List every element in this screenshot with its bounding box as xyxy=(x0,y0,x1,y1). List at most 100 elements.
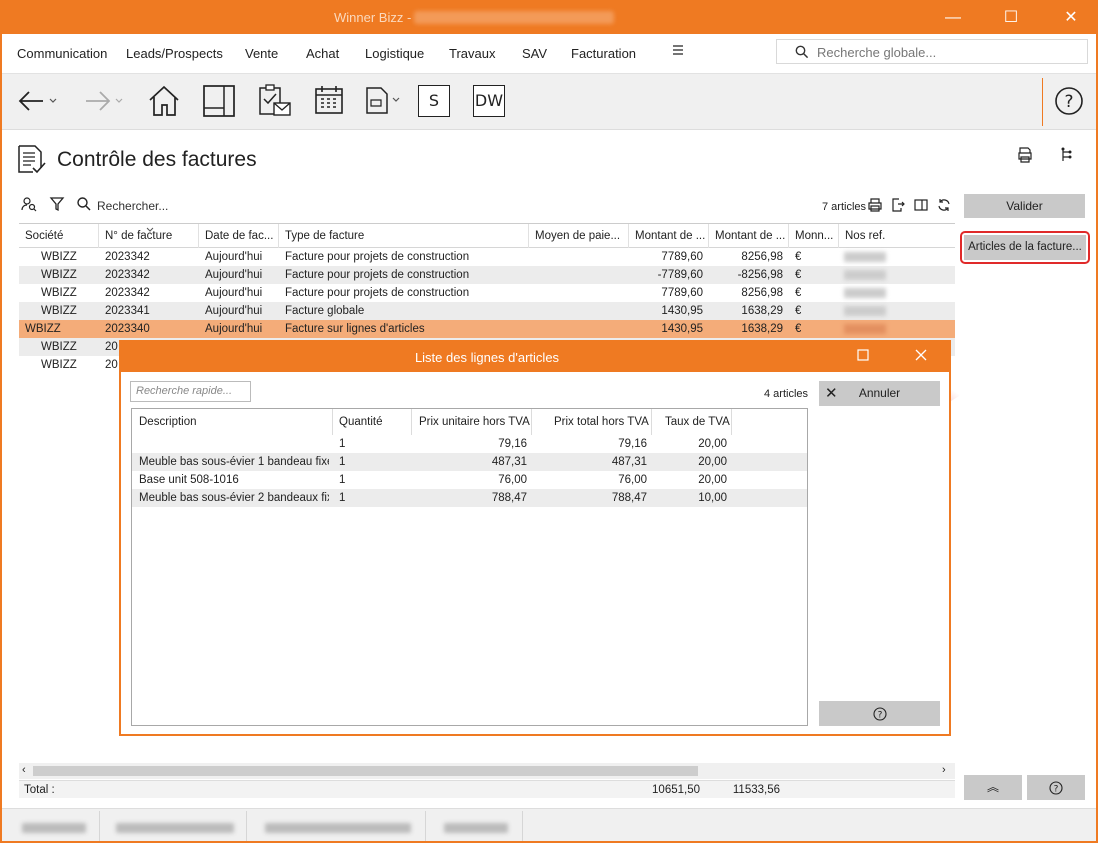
help-icon: ? xyxy=(872,707,887,721)
cell-numero: 20 xyxy=(105,359,118,371)
redacted-ref xyxy=(844,270,886,280)
col-taux-tva[interactable]: Taux de TVA xyxy=(665,416,730,428)
back-arrow-icon[interactable] xyxy=(17,86,59,122)
articles-de-la-facture-button[interactable]: Articles de la facture... xyxy=(964,235,1086,260)
total-row: Total : 10651,50 11533,56 xyxy=(19,780,955,798)
scroll-right-icon[interactable]: › xyxy=(942,764,946,776)
layout-panel-icon[interactable] xyxy=(202,84,236,120)
scroll-top-button[interactable]: ︽ xyxy=(964,775,1022,800)
col-description[interactable]: Description xyxy=(139,416,197,428)
column-divider xyxy=(838,224,839,248)
status-segment xyxy=(249,811,426,841)
cell-monnaie: € xyxy=(795,251,802,263)
table-row[interactable]: WBIZZ 2023342 Aujourd'hui Facture pour p… xyxy=(19,248,955,266)
cell-numero: 2023340 xyxy=(105,323,150,335)
svg-text:?: ? xyxy=(1064,92,1073,112)
hamburger-icon[interactable] xyxy=(672,44,684,59)
menu-vente[interactable]: Vente xyxy=(245,46,278,61)
refresh-icon[interactable] xyxy=(937,198,951,215)
global-search-input[interactable]: Recherche globale... xyxy=(776,39,1088,64)
dialog-help-button[interactable]: ? xyxy=(819,701,940,726)
cell-societe: WBIZZ xyxy=(41,305,77,317)
column-divider xyxy=(198,224,199,248)
quick-search-input[interactable]: Recherche rapide... xyxy=(130,381,251,402)
menu-leads-prospects[interactable]: Leads/Prospects xyxy=(126,46,223,61)
menu-travaux[interactable]: Travaux xyxy=(449,46,495,61)
list-item[interactable]: Meuble bas sous-évier 1 bandeau fixe 1 4… xyxy=(132,453,807,471)
home-icon[interactable] xyxy=(147,84,181,120)
dialog-maximize-button[interactable] xyxy=(843,342,883,372)
table-header: Société N° de facture Date de fac... Typ… xyxy=(19,224,955,248)
cell-montant-ht: 1430,95 xyxy=(661,323,703,335)
svg-text:?: ? xyxy=(877,710,882,720)
menu-communication[interactable]: Communication xyxy=(17,46,107,61)
dialog-title-bar: Liste des lignes d'articles xyxy=(121,342,949,372)
help-button[interactable]: ? xyxy=(1027,775,1085,800)
menu-achat[interactable]: Achat xyxy=(306,46,339,61)
col-nos-ref[interactable]: Nos ref. xyxy=(845,230,885,242)
dw-shortcut-button[interactable]: DW xyxy=(473,85,505,117)
print-icon[interactable] xyxy=(868,198,882,215)
col-quantite[interactable]: Quantité xyxy=(339,416,382,428)
col-date-facture[interactable]: Date de fac... xyxy=(205,230,273,242)
task-mail-icon[interactable] xyxy=(257,83,293,119)
col-montant-ht[interactable]: Montant de ... xyxy=(635,230,705,242)
col-montant-ttc[interactable]: Montant de ... xyxy=(715,230,785,242)
list-item[interactable]: Base unit 508-1016 1 76,00 76,00 20,00 xyxy=(132,471,807,489)
search-icon[interactable] xyxy=(76,196,92,215)
menu-sav[interactable]: SAV xyxy=(522,46,547,61)
list-item[interactable]: 1 79,16 79,16 20,00 xyxy=(132,435,807,453)
col-prix-unitaire[interactable]: Prix unitaire hors TVA xyxy=(419,416,530,428)
close-button[interactable]: ✕ xyxy=(1048,2,1094,34)
grid-search-input[interactable]: Rechercher... xyxy=(97,199,168,213)
cell-quantite: 1 xyxy=(339,492,346,504)
col-prix-total[interactable]: Prix total hors TVA xyxy=(554,416,649,428)
maximize-button[interactable]: ☐ xyxy=(988,2,1034,34)
tree-structure-icon[interactable] xyxy=(1059,147,1073,166)
table-row-selected[interactable]: WBIZZ 2023340 Aujourd'hui Facture sur li… xyxy=(19,320,955,338)
cell-monnaie: € xyxy=(795,287,802,299)
dialog-title: Liste des lignes d'articles xyxy=(414,350,560,365)
column-panel-icon[interactable] xyxy=(914,198,928,215)
scrollbar-thumb[interactable] xyxy=(33,766,698,776)
cell-montant-ttc: 8256,98 xyxy=(741,251,783,263)
help-circle-icon[interactable]: ? xyxy=(1054,86,1084,122)
s-shortcut-button[interactable]: S xyxy=(418,85,450,117)
annuler-button[interactable]: ✕ Annuler xyxy=(819,381,940,406)
redacted-ref xyxy=(844,288,886,298)
cell-type: Facture pour projets de construction xyxy=(285,251,470,263)
print-page-icon[interactable] xyxy=(1017,147,1033,166)
dialog-close-button[interactable] xyxy=(901,342,941,372)
title-bar: Winner Bizz - — ☐ ✕ xyxy=(2,2,1096,34)
cell-montant-ht: -7789,60 xyxy=(657,269,703,281)
articles-button-highlight: Articles de la facture... xyxy=(960,231,1090,264)
user-search-icon[interactable] xyxy=(21,196,37,215)
page-title: Contrôle des factures xyxy=(57,148,257,171)
menu-logistique[interactable]: Logistique xyxy=(365,46,424,61)
minimize-button[interactable]: — xyxy=(930,2,976,34)
col-monnaie[interactable]: Monn... xyxy=(795,230,833,242)
export-icon[interactable] xyxy=(891,198,905,215)
redacted-ref xyxy=(844,306,886,316)
col-type-facture[interactable]: Type de facture xyxy=(285,230,364,242)
filter-icon[interactable] xyxy=(49,196,65,215)
scroll-left-icon[interactable]: ‹ xyxy=(22,764,26,776)
calendar-icon[interactable] xyxy=(313,84,345,120)
cell-montant-ht: 1430,95 xyxy=(661,305,703,317)
col-moyen-paiement[interactable]: Moyen de paie... xyxy=(535,230,620,242)
table-row[interactable]: WBIZZ 2023341 Aujourd'hui Facture global… xyxy=(19,302,955,320)
cell-montant-ttc: 8256,98 xyxy=(741,287,783,299)
help-icon: ? xyxy=(1049,781,1063,795)
col-numero-facture[interactable]: N° de facture xyxy=(105,230,172,242)
forward-arrow-icon[interactable] xyxy=(82,86,127,122)
valider-button[interactable]: Valider xyxy=(964,194,1085,218)
cell-date: Aujourd'hui xyxy=(205,305,263,317)
menu-facturation[interactable]: Facturation xyxy=(571,46,636,61)
list-item[interactable]: Meuble bas sous-évier 2 bandeaux fixe 1 … xyxy=(132,489,807,507)
table-row[interactable]: WBIZZ 2023342 Aujourd'hui Facture pour p… xyxy=(19,284,955,302)
cell-societe: WBIZZ xyxy=(41,287,77,299)
document-dropdown-icon[interactable] xyxy=(364,85,404,121)
col-societe[interactable]: Société xyxy=(25,230,63,242)
horizontal-scrollbar[interactable]: ‹ › xyxy=(19,763,955,779)
table-row[interactable]: WBIZZ 2023342 Aujourd'hui Facture pour p… xyxy=(19,266,955,284)
